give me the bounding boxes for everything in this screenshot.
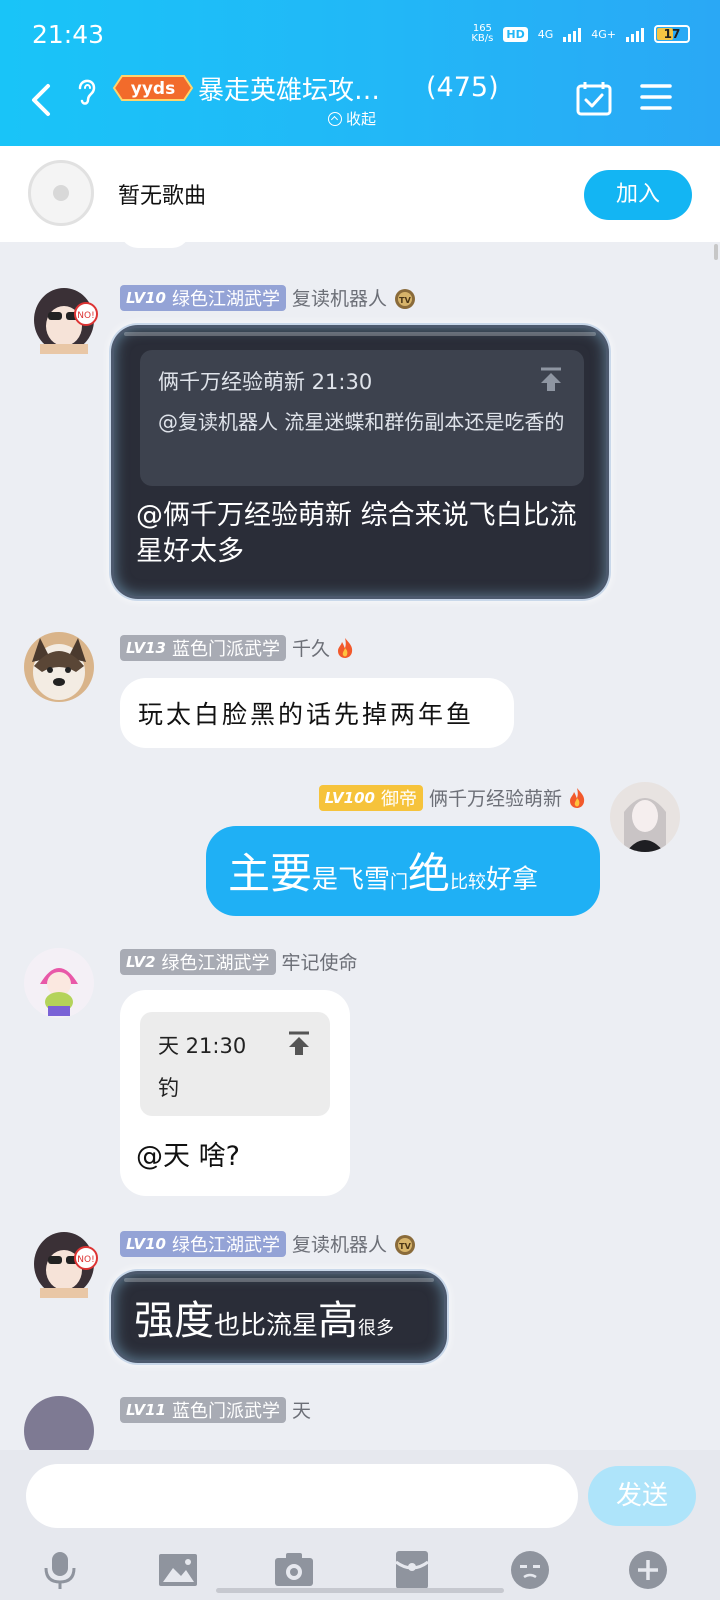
avatar[interactable]: NO! bbox=[22, 274, 106, 358]
member-count: (475) bbox=[426, 72, 499, 103]
quoted-message[interactable]: 俩千万经验萌新 21:30 @复读机器人 流星迷蝶和群伤副本还是吃香的 bbox=[140, 350, 584, 486]
sim2-label: 4G+ bbox=[591, 27, 616, 41]
plus-icon[interactable] bbox=[626, 1548, 670, 1592]
back-arrow-icon[interactable] bbox=[26, 80, 56, 120]
avatar[interactable] bbox=[24, 948, 94, 1018]
tv-medal-icon: TV bbox=[395, 1234, 415, 1255]
avatar[interactable] bbox=[24, 632, 94, 702]
jump-to-top-icon[interactable] bbox=[538, 366, 564, 392]
sender-name[interactable]: 牢记使命 bbox=[282, 948, 358, 975]
battery-icon: 17 bbox=[654, 25, 690, 43]
message-bubble[interactable]: 主要是飞雪门绝比较好拿 bbox=[206, 826, 600, 916]
avatar[interactable]: NO! bbox=[22, 1218, 106, 1302]
sender-info: LV13 蓝色门派武学 千久 bbox=[120, 634, 354, 661]
net-speed: 165 KB/s bbox=[471, 23, 494, 44]
sender-info: LV10 绿色江湖武学 复读机器人 TV bbox=[120, 1230, 417, 1257]
jump-to-top-icon[interactable] bbox=[286, 1030, 312, 1056]
collapse-button[interactable]: 收起 bbox=[328, 108, 376, 129]
emoji-icon[interactable] bbox=[508, 1548, 552, 1592]
microphone-icon[interactable] bbox=[38, 1548, 82, 1592]
status-bar-icons: 165 KB/s HD 4G 4G+ 17 bbox=[471, 24, 690, 44]
message-bubble[interactable]: 天 21:30 钓 @天 啥? bbox=[120, 990, 350, 1196]
calendar-check-icon[interactable] bbox=[576, 80, 612, 116]
music-bar: 暂无歌曲 加入 bbox=[0, 146, 720, 242]
ear-icon[interactable] bbox=[74, 74, 100, 108]
signal-icon bbox=[563, 26, 582, 42]
yyds-badge-icon: yyds bbox=[112, 75, 194, 101]
message-text: 主要是飞雪门绝比较好拿 bbox=[228, 849, 539, 898]
sender-name[interactable]: 俩千万经验萌新 bbox=[429, 784, 562, 811]
quote-header: 俩千万经验萌新 21:30 bbox=[158, 370, 373, 394]
signal-icon-2 bbox=[626, 26, 644, 42]
home-indicator[interactable] bbox=[216, 1588, 504, 1593]
collapse-icon bbox=[328, 111, 342, 126]
send-button[interactable]: 发送 bbox=[588, 1466, 696, 1526]
level-badge: LV11 蓝色门派武学 bbox=[120, 1396, 286, 1423]
message-text: @天 啥? bbox=[136, 1141, 240, 1172]
quote-text: @复读机器人 流星迷蝶和群伤副本还是吃香的 bbox=[158, 410, 565, 434]
quote-header: 天 21:30 bbox=[158, 1034, 247, 1058]
level-badge: LV100 御帝 bbox=[318, 784, 423, 811]
avatar[interactable] bbox=[24, 1396, 94, 1450]
image-icon[interactable] bbox=[156, 1548, 200, 1592]
avatar[interactable] bbox=[610, 782, 680, 852]
menu-icon[interactable] bbox=[640, 82, 672, 112]
sender-info: LV10 绿色江湖武学 复读机器人 TV bbox=[120, 284, 417, 311]
level-badge: LV13 蓝色门派武学 bbox=[120, 634, 286, 661]
sender-name[interactable]: 天 bbox=[292, 1396, 311, 1423]
chat-list[interactable]: NO! LV10 绿色江湖武学 复读机器人 TV 俩千万经验萌新 21:30 @复… bbox=[0, 242, 720, 1450]
hd-icon: HD bbox=[503, 26, 528, 42]
message-text: 强度也比流星高很多 bbox=[134, 1298, 395, 1344]
flame-icon bbox=[570, 787, 585, 808]
svg-text:TV: TV bbox=[399, 1242, 411, 1251]
join-button[interactable]: 加入 bbox=[584, 170, 692, 220]
message-bubble[interactable]: 玩太白脸黑的话先掉两年鱼 bbox=[120, 678, 514, 748]
sender-name[interactable]: 复读机器人 bbox=[292, 284, 387, 311]
svg-text:yyds: yyds bbox=[131, 79, 175, 99]
svg-text:TV: TV bbox=[399, 296, 411, 305]
svg-text:NO!: NO! bbox=[77, 1255, 94, 1265]
music-disc-icon[interactable] bbox=[28, 160, 94, 226]
level-badge: LV10 绿色江湖武学 bbox=[120, 284, 286, 311]
camera-icon[interactable] bbox=[272, 1548, 316, 1592]
sender-name[interactable]: 千久 bbox=[292, 634, 330, 661]
tv-medal-icon: TV bbox=[395, 288, 415, 309]
message-bubble[interactable]: 强度也比流星高很多 bbox=[114, 1274, 444, 1360]
level-badge: LV2 绿色江湖武学 bbox=[120, 948, 276, 975]
svg-text:NO!: NO! bbox=[77, 311, 94, 321]
sender-info: LV11 蓝色门派武学 天 bbox=[120, 1396, 311, 1423]
sim1-label: 4G bbox=[537, 27, 554, 41]
quoted-message[interactable]: 天 21:30 钓 bbox=[140, 1012, 330, 1116]
message-bubble[interactable]: 俩千万经验萌新 21:30 @复读机器人 流星迷蝶和群伤副本还是吃香的 @俩千万… bbox=[114, 328, 606, 596]
quote-text: 钓 bbox=[158, 1076, 179, 1100]
scrollbar[interactable] bbox=[714, 244, 718, 260]
sender-info: LV2 绿色江湖武学 牢记使命 bbox=[120, 948, 358, 975]
sender-info: LV100 御帝 俩千万经验萌新 bbox=[318, 784, 586, 811]
sender-name[interactable]: 复读机器人 bbox=[292, 1230, 387, 1257]
flame-icon bbox=[338, 637, 353, 658]
header: 21:43 165 KB/s HD 4G 4G+ 17 yyds 暴走英雄坛攻…… bbox=[0, 0, 720, 146]
message-text: @俩千万经验萌新 综合来说飞白比流星好太多 bbox=[136, 500, 577, 567]
previous-message-bubble bbox=[120, 242, 190, 248]
level-badge: LV10 绿色江湖武学 bbox=[120, 1230, 286, 1257]
group-title[interactable]: 暴走英雄坛攻… bbox=[198, 70, 408, 107]
message-input[interactable] bbox=[26, 1464, 578, 1528]
red-packet-icon[interactable] bbox=[390, 1548, 434, 1592]
music-status: 暂无歌曲 bbox=[118, 184, 207, 209]
message-text: 玩太白脸黑的话先掉两年鱼 bbox=[138, 700, 475, 729]
input-bar: 发送 bbox=[0, 1450, 720, 1600]
status-time: 21:43 bbox=[32, 20, 105, 49]
